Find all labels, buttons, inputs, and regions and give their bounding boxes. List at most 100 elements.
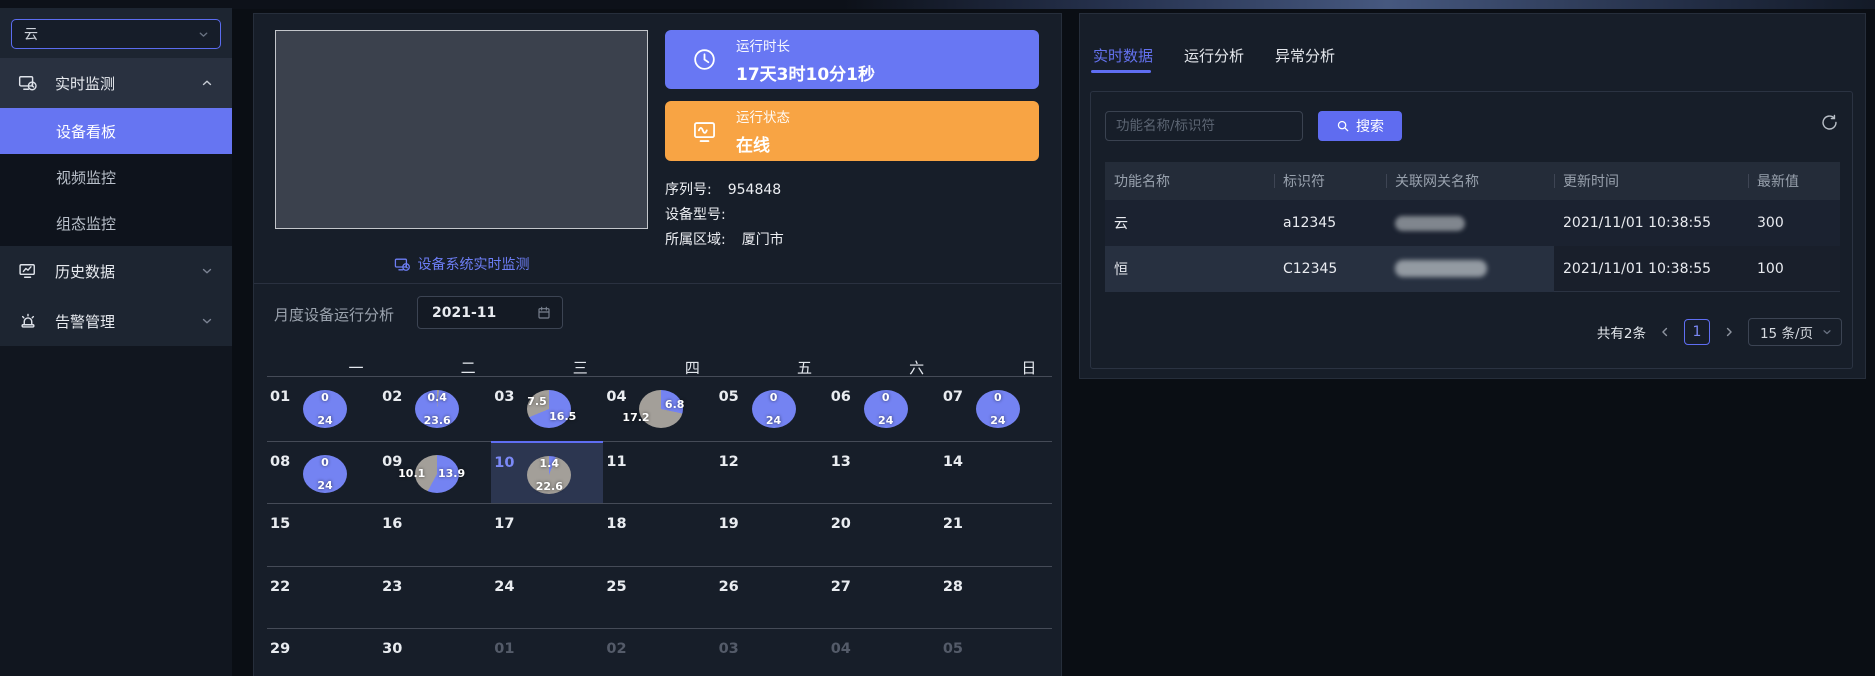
calendar-day-30[interactable]: 30 [379,628,491,676]
calendar-day-09[interactable]: 0910.113.9 [379,441,491,503]
calendar-day-06[interactable]: 06024 [828,376,940,441]
cell-updated: 2021/11/01 10:38:55 [1554,200,1748,246]
day-usage-pie: 1.422.6 [527,456,571,494]
refresh-icon[interactable] [1820,113,1839,132]
prev-page-icon[interactable] [1658,325,1672,339]
sidebar-subitem-设备看板[interactable]: 设备看板 [0,108,232,154]
calendar-day-28[interactable]: 28 [940,566,1052,628]
day-number: 01 [270,389,290,405]
tab-运行分析[interactable]: 运行分析 [1184,45,1244,66]
cell-latest: 100 [1748,246,1840,292]
table-row[interactable]: 云a123452021/11/01 10:38:55300 [1105,200,1840,246]
cell-identifier: a12345 [1274,200,1386,246]
day-number: 27 [831,579,851,595]
tab-实时数据[interactable]: 实时数据 [1093,45,1153,66]
calendar-day-02[interactable]: 020.423.6 [379,376,491,441]
device-info-value: 厦门市 [742,232,784,249]
current-page[interactable]: 1 [1684,319,1710,345]
pie-value-label: 24 [317,414,332,427]
sidebar-subitem-视频监控[interactable]: 视频监控 [0,154,232,200]
calendar-day-01-next[interactable]: 01 [491,628,603,676]
calendar-day-16[interactable]: 16 [379,503,491,566]
weekday-label: 一 [306,357,406,378]
calendar-day-22[interactable]: 22 [267,566,379,628]
calendar-day-19[interactable]: 19 [716,503,828,566]
runtime-value: 17天3时10分1秒 [736,60,875,85]
day-number: 17 [494,516,514,532]
blurred-gateway-name [1395,260,1487,277]
device-system-realtime-link[interactable]: 设备系统实时监测 [275,254,648,274]
day-number: 13 [831,454,851,470]
pie-value-label: 7.5 [527,395,547,408]
calendar-day-25[interactable]: 25 [603,566,715,628]
sidebar-item-实时监测[interactable]: 实时监测 [0,58,232,108]
calendar-day-07[interactable]: 07024 [940,376,1052,441]
page-size-select[interactable]: 15 条/页 [1748,318,1842,346]
device-info-row: 设备型号: [665,207,784,224]
day-number: 04 [831,641,851,657]
pie-value-label: 0 [994,391,1002,404]
sidebar-subitem-label: 设备看板 [56,121,116,142]
calendar-day-13[interactable]: 13 [828,441,940,503]
table-row[interactable]: 恒C123452021/11/01 10:38:55100 [1105,246,1840,292]
device-image-placeholder [275,30,648,229]
calendar-day-05-next[interactable]: 05 [940,628,1052,676]
weekday-label: 三 [530,357,630,378]
calendar-day-17[interactable]: 17 [491,503,603,566]
history-icon [18,261,38,281]
calendar-day-03[interactable]: 037.516.5 [491,376,603,441]
calendar-day-18[interactable]: 18 [603,503,715,566]
day-number: 20 [831,516,851,532]
calendar-day-20[interactable]: 20 [828,503,940,566]
chevron-down-icon [200,264,214,278]
day-number: 10 [494,455,514,471]
calendar-day-27[interactable]: 27 [828,566,940,628]
day-number: 29 [270,641,290,657]
device-select[interactable]: 云 [11,19,221,49]
app: 云 实时监测设备看板视频监控组态监控历史数据告警管理 设备系统实时监测 运行时长… [0,0,1875,676]
calendar-day-04[interactable]: 046.817.2 [603,376,715,441]
calendar-day-21[interactable]: 21 [940,503,1052,566]
pie-value-label: 6.8 [665,398,685,411]
calendar-day-23[interactable]: 23 [379,566,491,628]
sidebar-item-历史数据[interactable]: 历史数据 [0,246,232,296]
tab-异常分析[interactable]: 异常分析 [1275,45,1335,66]
day-number: 08 [270,454,290,470]
day-usage-pie: 024 [864,390,908,428]
calendar-day-12[interactable]: 12 [716,441,828,503]
calendar-day-15[interactable]: 15 [267,503,379,566]
calendar-day-04-next[interactable]: 04 [828,628,940,676]
calendar-day-11[interactable]: 11 [603,441,715,503]
month-picker[interactable]: 2021-11 [417,296,563,329]
sidebar-item-label: 实时监测 [55,73,115,94]
calendar-day-29[interactable]: 29 [267,628,379,676]
window-top-strip [0,0,1875,9]
month-picker-value: 2021-11 [432,305,536,321]
calendar-day-02-next[interactable]: 02 [603,628,715,676]
column-header: 更新时间 [1554,162,1748,200]
tab-bar: 实时数据 运行分析 异常分析 [1093,45,1335,66]
calendar-day-10[interactable]: 10 1.422.6 [491,441,603,503]
cell-gateway [1386,200,1554,246]
day-number: 02 [606,641,626,657]
calendar-day-01[interactable]: 01024 [267,376,379,441]
calendar-day-26[interactable]: 26 [716,566,828,628]
calendar-day-14[interactable]: 14 [940,441,1052,503]
calendar-day-24[interactable]: 24 [491,566,603,628]
cell-updated: 2021/11/01 10:38:55 [1554,246,1748,292]
sidebar-item-告警管理[interactable]: 告警管理 [0,296,232,346]
search-button[interactable]: 搜索 [1318,111,1402,141]
calendar-day-05[interactable]: 05024 [716,376,828,441]
day-number: 28 [943,579,963,595]
pie-value-label: 0 [321,456,329,469]
device-info-label: 设备型号: [665,207,726,224]
calendar-day-08[interactable]: 08024 [267,441,379,503]
calendar-day-03-next[interactable]: 03 [716,628,828,676]
next-page-icon[interactable] [1722,325,1736,339]
cell-gateway [1386,246,1554,292]
search-input[interactable] [1105,111,1303,141]
sidebar-subitem-组态监控[interactable]: 组态监控 [0,200,232,246]
sidebar-subitem-label: 组态监控 [56,213,116,234]
calendar-grid: 01024020.423.6037.516.5046.817.205024060… [267,376,1052,676]
realtime-monitor-icon [394,256,411,273]
